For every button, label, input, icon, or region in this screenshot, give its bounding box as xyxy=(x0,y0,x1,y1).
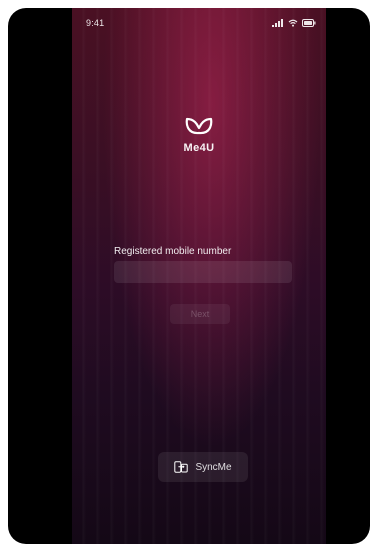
app-logo: Me4U xyxy=(72,116,326,154)
mobile-number-input[interactable] xyxy=(114,261,292,283)
wifi-icon xyxy=(288,19,298,27)
status-icons xyxy=(272,19,316,27)
syncme-button[interactable]: SyncMe xyxy=(158,452,248,482)
next-button[interactable]: Next xyxy=(170,304,230,324)
app-screen: 9:41 Me4U Registered mobile number Next … xyxy=(72,8,326,544)
mobile-number-label: Registered mobile number xyxy=(114,246,232,257)
status-time: 9:41 xyxy=(86,18,105,28)
battery-icon xyxy=(302,19,316,27)
sync-devices-icon xyxy=(174,461,189,473)
syncme-label: SyncMe xyxy=(195,461,232,473)
me4u-logo-icon xyxy=(184,116,214,138)
status-bar: 9:41 xyxy=(72,18,326,34)
signal-icon xyxy=(272,19,284,27)
brand-name: Me4U xyxy=(183,142,215,154)
device-frame: 9:41 Me4U Registered mobile number Next … xyxy=(8,8,370,544)
